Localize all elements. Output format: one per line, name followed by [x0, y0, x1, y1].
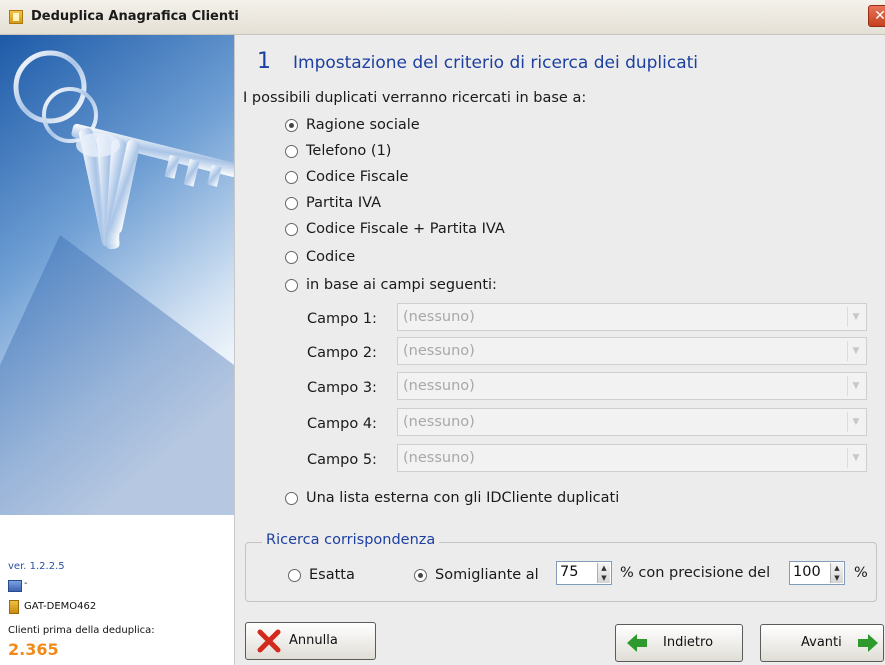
- database-icon: [9, 600, 19, 614]
- radio-button[interactable]: [414, 568, 427, 582]
- radio-label: Telefono (1): [306, 143, 392, 159]
- radio-somigliante[interactable]: Somigliante al: [414, 565, 539, 585]
- precision-label: % con precisione del: [620, 565, 771, 581]
- next-button[interactable]: Avanti: [760, 624, 884, 662]
- x-icon: [257, 629, 281, 653]
- window-title: Deduplica Anagrafica Clienti: [31, 9, 239, 24]
- select-value: (nessuno): [403, 450, 475, 466]
- field-label: Campo 1:: [307, 311, 377, 327]
- chevron-down-icon[interactable]: ▼: [847, 307, 864, 327]
- spinner-arrows-icon[interactable]: ▲ ▼: [597, 563, 610, 583]
- spinner-arrows-icon[interactable]: ▲ ▼: [830, 563, 843, 583]
- radio-button[interactable]: [285, 278, 298, 292]
- radio-label: Somigliante al: [435, 567, 539, 583]
- field-3-select[interactable]: (nessuno) ▼: [397, 372, 867, 400]
- field-label: Campo 5:: [307, 452, 377, 468]
- radio-button[interactable]: [285, 170, 298, 184]
- radio-cf-piva[interactable]: Codice Fiscale + Partita IVA: [285, 219, 505, 239]
- intro-text: I possibili duplicati verranno ricercati…: [243, 90, 587, 106]
- computer-name: -: [24, 578, 28, 589]
- chevron-down-icon[interactable]: ▼: [847, 376, 864, 396]
- chevron-down-icon[interactable]: ▼: [847, 412, 864, 432]
- match-group-title: Ricerca corrispondenza: [262, 532, 440, 548]
- chevron-down-icon[interactable]: ▼: [847, 448, 864, 468]
- field-4-select[interactable]: (nessuno) ▼: [397, 408, 867, 436]
- radio-codice[interactable]: Codice: [285, 247, 355, 267]
- field-1-select[interactable]: (nessuno) ▼: [397, 303, 867, 331]
- computer-icon: [8, 580, 22, 592]
- radio-partita-iva[interactable]: Partita IVA: [285, 193, 381, 213]
- keys-image: [0, 35, 234, 515]
- radio-ragione-sociale[interactable]: Ragione sociale: [285, 115, 420, 135]
- radio-label: Ragione sociale: [306, 117, 420, 133]
- step-number: 1: [257, 49, 271, 74]
- field-label: Campo 3:: [307, 380, 377, 396]
- radio-label: Codice: [306, 249, 356, 265]
- select-value: (nessuno): [403, 343, 475, 359]
- cancel-button[interactable]: Annulla: [245, 622, 376, 660]
- field-label: Campo 2:: [307, 345, 377, 361]
- radio-label: Codice Fiscale: [306, 169, 409, 185]
- radio-label: Esatta: [309, 567, 355, 583]
- precision-spinner[interactable]: 100 ▲ ▼: [789, 561, 845, 585]
- field-2-select[interactable]: (nessuno) ▼: [397, 337, 867, 365]
- radio-button[interactable]: [285, 250, 298, 264]
- radio-codice-fiscale[interactable]: Codice Fiscale: [285, 167, 408, 187]
- radio-button[interactable]: [285, 491, 298, 505]
- database-name: GAT-DEMO462: [24, 601, 97, 612]
- version-label: ver. 1.2.2.5: [8, 561, 65, 572]
- percent-label: %: [854, 565, 868, 581]
- radio-label: Partita IVA: [306, 195, 382, 211]
- next-label: Avanti: [801, 635, 842, 650]
- back-label: Indietro: [663, 635, 714, 650]
- clients-count-label: Clienti prima della deduplica:: [8, 625, 155, 636]
- radio-esatta[interactable]: Esatta: [288, 565, 355, 585]
- radio-label: Codice Fiscale + Partita IVA: [306, 221, 505, 237]
- title-bar: Deduplica Anagrafica Clienti ✕: [0, 0, 885, 35]
- chevron-down-icon[interactable]: ▼: [847, 341, 864, 361]
- clients-count-value: 2.365: [8, 640, 59, 659]
- sidebar: ver. 1.2.2.5 - GAT-DEMO462 Clienti prima…: [0, 35, 235, 665]
- select-value: (nessuno): [403, 414, 475, 430]
- arrow-right-icon: [858, 634, 878, 652]
- cancel-label: Annulla: [289, 633, 338, 648]
- radio-button[interactable]: [288, 568, 301, 582]
- step-title: Impostazione del criterio di ricerca dei…: [293, 53, 699, 73]
- field-5-select[interactable]: (nessuno) ▼: [397, 444, 867, 472]
- close-button[interactable]: ✕: [868, 5, 885, 27]
- select-value: (nessuno): [403, 309, 475, 325]
- radio-telefono[interactable]: Telefono (1): [285, 141, 391, 161]
- radio-button[interactable]: [285, 222, 298, 236]
- radio-button[interactable]: [285, 196, 298, 210]
- radio-label: in base ai campi seguenti:: [306, 277, 497, 293]
- spinner-value: 100: [793, 564, 821, 580]
- select-value: (nessuno): [403, 378, 475, 394]
- match-group: Ricerca corrispondenza Esatta Somigliant…: [245, 532, 877, 602]
- radio-lista-esterna[interactable]: Una lista esterna con gli IDCliente dupl…: [285, 488, 619, 508]
- radio-button[interactable]: [285, 144, 298, 158]
- main-panel: 1 Impostazione del criterio di ricerca d…: [235, 35, 885, 665]
- back-button[interactable]: Indietro: [615, 624, 743, 662]
- arrow-left-icon: [627, 634, 647, 652]
- field-label: Campo 4:: [307, 416, 377, 432]
- spinner-value: 75: [560, 564, 579, 580]
- radio-label: Una lista esterna con gli IDCliente dupl…: [306, 490, 620, 506]
- radio-campi-seguenti[interactable]: in base ai campi seguenti:: [285, 275, 497, 295]
- app-icon: [9, 10, 23, 24]
- similarity-spinner[interactable]: 75 ▲ ▼: [556, 561, 612, 585]
- radio-button[interactable]: [285, 118, 298, 132]
